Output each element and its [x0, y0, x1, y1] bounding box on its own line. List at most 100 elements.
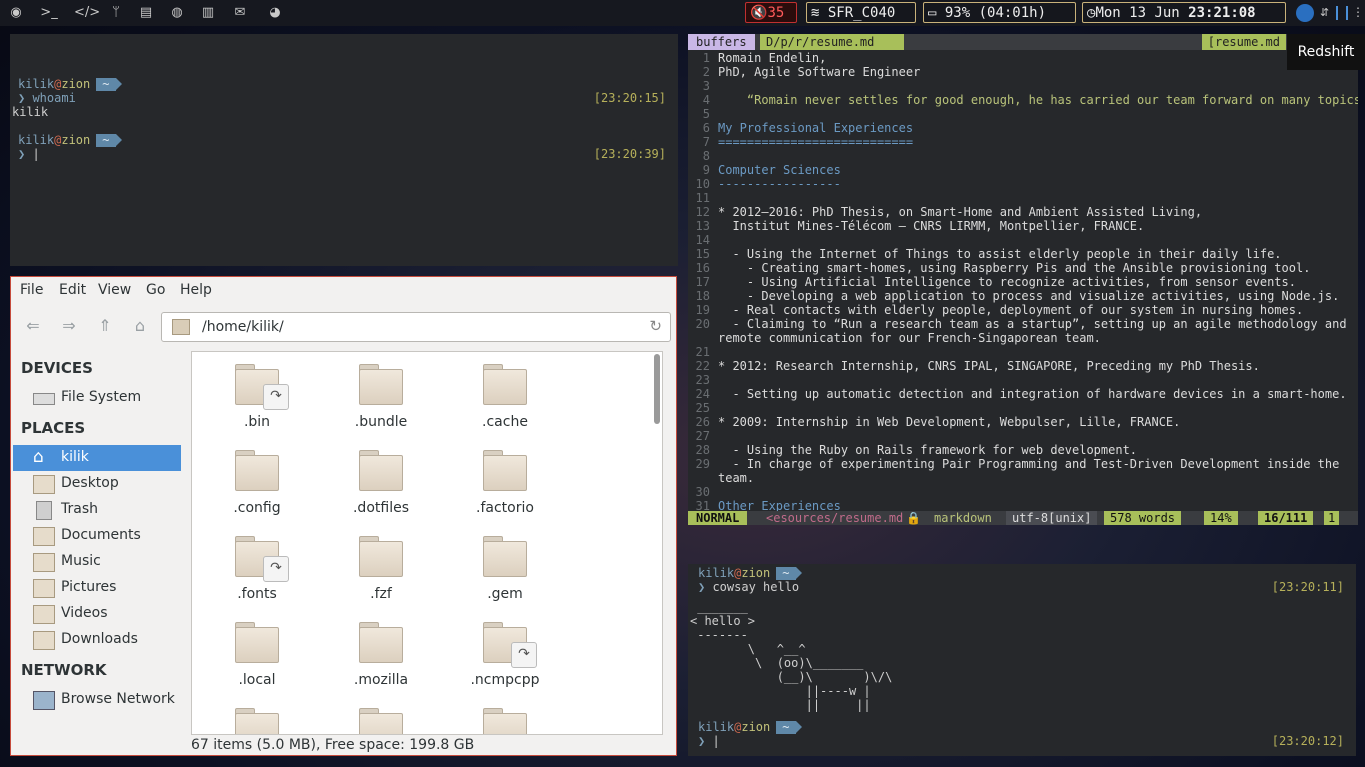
back-icon[interactable]: ⇐ — [21, 314, 45, 338]
more-icon[interactable]: ⋮ — [1352, 5, 1364, 19]
trash-icon[interactable]: ▥ — [199, 4, 217, 22]
line-number: 23 — [695, 373, 710, 387]
home-icon[interactable]: ⌂ — [128, 314, 152, 338]
folder-item[interactable]: .mozilla — [326, 622, 436, 702]
line-text: * 2012: Research Internship, CNRS IPAL, … — [718, 359, 1260, 373]
folder-item[interactable]: .fzf — [326, 536, 436, 616]
menu-file[interactable]: File — [20, 282, 43, 298]
folder-name: .bin — [243, 414, 271, 430]
update-icon[interactable] — [1296, 4, 1314, 22]
folder-item[interactable] — [202, 708, 312, 734]
prompt-arrow-icon: ❯ — [698, 580, 713, 594]
wifi-indicator[interactable]: ≋ SFR_C040 — [806, 2, 916, 23]
folder-icon: ↷ — [235, 536, 289, 582]
menu-go[interactable]: Go — [146, 282, 165, 298]
folder-name: .fonts — [237, 586, 277, 602]
menu-help[interactable]: Help — [180, 282, 212, 298]
folder-item[interactable]: .cache — [450, 364, 560, 444]
tab-current[interactable]: D/p/r/resume.md — [760, 34, 905, 50]
reload-icon[interactable]: ↻ — [649, 317, 662, 335]
menu-bar: File Edit View Go Help — [11, 277, 676, 303]
sidebar-item-kilik[interactable]: ⌂ kilik — [13, 445, 181, 471]
terminal-top-left[interactable]: kilik@zion ~ ❯ whoami [23:20:15] kilik ki… — [10, 34, 678, 266]
sidebar-item-desktop[interactable]: Desktop — [13, 471, 181, 497]
sidebar-item-music[interactable]: Music — [13, 549, 181, 575]
firefox-icon[interactable]: ◕ — [266, 4, 284, 22]
battery-value: 93% (04:01h) — [944, 5, 1047, 21]
folder-icon — [235, 708, 279, 734]
battery-indicator[interactable]: ▭ 93% (04:01h) — [923, 2, 1076, 23]
sidebar-item-videos[interactable]: Videos — [13, 601, 181, 627]
up-icon[interactable]: ⇑ — [93, 314, 117, 338]
line-number: 28 — [695, 443, 710, 457]
terminal-bottom-right[interactable]: kilik@zion ~ ❯ cowsay hello [23:20:11] __… — [688, 564, 1356, 756]
folder-item[interactable]: ↷ .ncmpcpp — [450, 622, 560, 702]
line-number: 14 — [695, 233, 710, 247]
line-text: * 2009: Internship in Web Development, W… — [718, 415, 1181, 429]
folder-item[interactable]: .gem — [450, 536, 560, 616]
sidebar-item-label: Videos — [61, 605, 108, 621]
sidebar-item-label: Music — [61, 553, 101, 569]
clock-indicator[interactable]: ◷Mon 13 Jun 23:21:08 — [1082, 2, 1286, 23]
folder-item[interactable] — [450, 708, 560, 734]
network-manager-icon[interactable]: ⇵ — [1320, 6, 1329, 19]
sidebar-item-browse-network[interactable]: Browse Network — [13, 687, 181, 713]
sidebar-item-label: Documents — [61, 527, 141, 543]
prompt-dir: ~ — [776, 567, 802, 580]
location-bar[interactable]: /home/kilik/ ↻ — [161, 312, 671, 342]
redshift-tooltip: Redshift — [1287, 34, 1365, 70]
terminal-icon[interactable]: >_ — [40, 4, 58, 22]
sidebar-item-label: kilik — [61, 449, 89, 465]
menu-view[interactable]: View — [98, 282, 131, 298]
folder-home-icon — [172, 319, 190, 335]
notes-icon[interactable]: ▤ — [137, 4, 155, 22]
prompt-host: zion — [61, 77, 91, 91]
signal-icon[interactable] — [1336, 6, 1348, 20]
mail-icon[interactable]: ✉ — [231, 4, 249, 22]
sidebar-item-label: File System — [61, 389, 142, 405]
line-text: Institut Mines-Télécom — CNRS LIRMM, Mon… — [718, 219, 1145, 233]
folder-item[interactable]: .factorio — [450, 450, 560, 530]
folder-item[interactable]: ↷ .fonts — [202, 536, 312, 616]
sidebar-item-file-system[interactable]: File System — [13, 385, 181, 411]
folder-item[interactable]: .local — [202, 622, 312, 702]
prompt-arrow-icon: ❯ — [18, 147, 33, 161]
command-line[interactable]: ❯ | — [18, 147, 40, 161]
code-icon[interactable]: </> — [74, 4, 100, 22]
git-icon[interactable]: ᛘ — [107, 4, 125, 22]
tab-right[interactable]: [resume.md — [1201, 34, 1286, 50]
tab-buffers[interactable]: buffers — [688, 34, 755, 50]
sidebar-item-trash[interactable]: Trash — [13, 497, 181, 523]
folder-item[interactable]: .config — [202, 450, 312, 530]
folder-item[interactable]: .dotfiles — [326, 450, 436, 530]
forward-icon[interactable]: ⇒ — [57, 314, 81, 338]
file-view[interactable]: ↷ .bin .bundle .cache .config .dotfiles .… — [191, 351, 663, 735]
sidebar-heading-devices: DEVICES — [21, 359, 93, 377]
spotify-icon[interactable]: ◍ — [168, 4, 186, 22]
chrome-icon[interactable]: ◉ — [7, 4, 25, 22]
menu-edit[interactable]: Edit — [59, 282, 86, 298]
folder-item[interactable]: .bundle — [326, 364, 436, 444]
vim-editor[interactable]: buffers D/p/r/resume.md [resume.md 1 Roma… — [688, 34, 1358, 525]
sidebar-item-pictures[interactable]: Pictures — [13, 575, 181, 601]
line-number: 21 — [695, 345, 710, 359]
volume-muted-icon: 🔇 — [750, 5, 768, 21]
statusline: NORMAL <esources/resume.md 🔒 markdown ut… — [688, 511, 1358, 525]
folder-name: .factorio — [476, 500, 534, 516]
file-manager-window: File Edit View Go Help ⇐ ⇒ ⇑ ⌂ /home/kil… — [10, 276, 677, 756]
folder-icon — [483, 364, 527, 405]
videos-folder-icon — [33, 605, 55, 624]
sidebar: DEVICES File System PLACES ⌂ kilik Deskto… — [13, 351, 181, 735]
location-path[interactable]: /home/kilik/ — [202, 319, 284, 335]
line-number: 10 — [695, 177, 710, 191]
sidebar-item-documents[interactable]: Documents — [13, 523, 181, 549]
cowsay-line: _______ — [690, 600, 748, 614]
prompt-user: kilik — [698, 566, 735, 580]
scrollbar[interactable] — [654, 354, 660, 424]
sidebar-item-downloads[interactable]: Downloads — [13, 627, 181, 653]
command-line[interactable]: ❯ | — [698, 734, 720, 748]
status-bar: 67 items (5.0 MB), Free space: 199.8 GB — [191, 737, 475, 753]
folder-item[interactable] — [326, 708, 436, 734]
folder-item[interactable]: ↷ .bin — [202, 364, 312, 444]
volume-indicator[interactable]: 🔇35 — [745, 2, 797, 23]
